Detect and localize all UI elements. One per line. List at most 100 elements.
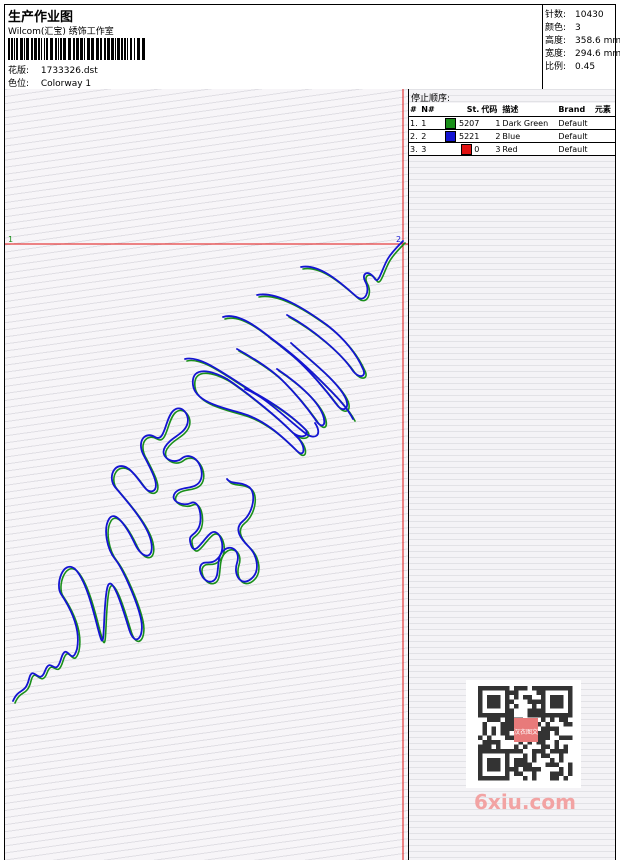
row-element <box>593 142 615 156</box>
qr-module <box>527 762 532 767</box>
qr-module <box>500 713 505 718</box>
qr-module <box>505 699 510 704</box>
qr-module <box>550 726 555 731</box>
qr-module <box>554 749 559 754</box>
studio-name: Wilcom(汇宝) 绣饰工作室 <box>8 27 114 37</box>
design-canvas[interactable]: 1 2 <box>5 89 409 860</box>
qr-module <box>568 708 573 713</box>
barcode-bar <box>14 38 15 60</box>
qr-module <box>491 704 496 709</box>
table-row[interactable]: 3. 3 0 3 Red Default <box>409 142 615 156</box>
col-index: # <box>409 103 421 117</box>
qr-module <box>554 686 559 691</box>
qr-module <box>536 686 541 691</box>
qr-module <box>532 713 537 718</box>
barcode-bar <box>26 38 29 60</box>
qr-module <box>491 767 496 772</box>
barcode-bar <box>68 38 71 60</box>
qr-module <box>523 762 528 767</box>
barcode-bar <box>55 38 57 60</box>
qr-module <box>559 713 564 718</box>
barcode-bar <box>73 38 75 60</box>
barcode-bar <box>58 38 59 60</box>
qr-module <box>478 713 483 718</box>
qr-module <box>478 776 483 781</box>
barcode-bar <box>31 38 33 60</box>
qr-module <box>496 767 501 772</box>
qr-module <box>478 690 483 695</box>
qr-module <box>509 690 514 695</box>
stop-sequence-table: # N# St. 代码 描述 Brand 元素 1. 1 5207 1 Dark… <box>409 103 615 156</box>
qr-module <box>505 704 510 709</box>
stat-value: 10430 <box>575 10 604 20</box>
colorway-label: 色位: <box>8 79 30 89</box>
qr-module <box>563 749 568 754</box>
qr-module <box>509 722 514 727</box>
stats-box: 针数: 10430 颜色: 3 高度: 358.6 mm 宽度: 294.6 mm 比例… <box>542 5 620 89</box>
color-swatch <box>445 117 457 129</box>
row-swatch-code: 5221 <box>438 129 481 143</box>
qr-module <box>554 776 559 781</box>
qr-module <box>509 699 514 704</box>
barcode-bar <box>24 38 25 60</box>
row-stop: 3 <box>480 142 502 156</box>
qr-module <box>505 762 510 767</box>
table-row[interactable]: 1. 1 5207 1 Dark Green Default <box>409 116 615 130</box>
qr-module <box>514 767 519 772</box>
qr-module <box>532 708 537 713</box>
qr-module <box>559 704 564 709</box>
barcode-bar <box>127 38 128 60</box>
qr-module <box>491 695 496 700</box>
qr-module <box>554 771 559 776</box>
qr-module <box>514 704 519 709</box>
qr-module <box>514 690 519 695</box>
qr-module <box>491 776 496 781</box>
qr-module <box>559 758 564 763</box>
qr-module <box>482 776 487 781</box>
qr-module <box>559 771 564 776</box>
row-code: 5207 <box>458 118 480 128</box>
qr-module <box>550 749 555 754</box>
qr-module <box>550 771 555 776</box>
row-needle: 2 <box>420 129 439 143</box>
qr-module <box>532 753 537 758</box>
qr-module <box>487 758 492 763</box>
qr-module <box>496 740 501 745</box>
qr-module <box>487 735 492 740</box>
qr-module <box>523 767 528 772</box>
table-row[interactable]: 2. 2 5221 2 Blue Default <box>409 129 615 143</box>
qr-module <box>487 717 492 722</box>
qr-module <box>500 731 505 736</box>
qr-module <box>532 686 537 691</box>
row-brand: Default <box>557 116 594 130</box>
qr-module <box>545 762 550 767</box>
qr-module <box>500 686 505 691</box>
design-value: 1733326.dst <box>40 66 98 76</box>
row-swatch-code: 0 <box>438 142 481 156</box>
barcode-bar <box>34 38 37 60</box>
qr-module <box>563 686 568 691</box>
qr-module <box>545 735 550 740</box>
qr-module <box>478 749 483 754</box>
qr-module <box>554 740 559 745</box>
qr-module <box>568 699 573 704</box>
qr-module <box>559 735 564 740</box>
qr-module <box>478 753 483 758</box>
qr-module <box>505 695 510 700</box>
barcode-bar <box>87 38 90 60</box>
barcode-bar <box>46 38 48 60</box>
barcode-bar <box>142 38 145 60</box>
stat-label: 针数: <box>545 10 567 20</box>
barcode-bar <box>38 38 40 60</box>
qr-module <box>487 686 492 691</box>
qr-module <box>536 749 541 754</box>
qr-module <box>532 767 537 772</box>
row-swatch-code: 5207 <box>438 116 481 130</box>
table-header-row: # N# St. 代码 描述 Brand 元素 <box>409 103 615 117</box>
qr-module <box>505 731 510 736</box>
qr-module <box>536 690 541 695</box>
barcode-bar <box>91 38 94 60</box>
qr-module <box>550 776 555 781</box>
qr-module <box>527 695 532 700</box>
stat-label: 高度: <box>545 36 567 46</box>
